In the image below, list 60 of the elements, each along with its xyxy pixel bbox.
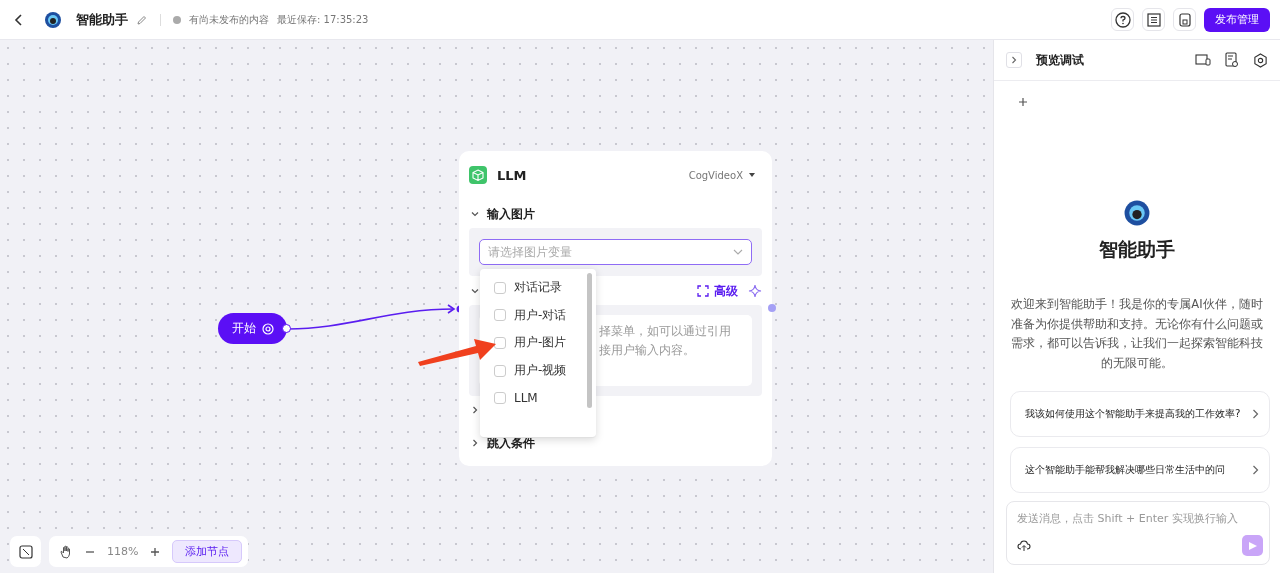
zoom-level: 118%: [107, 545, 139, 558]
settings-icon[interactable]: [1253, 52, 1268, 68]
prompt-text: 择菜单，如可以通过引用: [599, 323, 732, 340]
dropdown-option[interactable]: 用户-图片: [494, 329, 596, 357]
device-icon[interactable]: [1195, 53, 1211, 67]
checkbox[interactable]: [494, 281, 506, 294]
scrollbar[interactable]: [587, 273, 592, 408]
prompt-text: 接用户输入内容。: [599, 342, 696, 359]
dropdown-option[interactable]: 用户-视频: [494, 356, 596, 385]
assistant-name: 智能助手: [1099, 237, 1175, 262]
suggestion-card[interactable]: 我该如何使用这个智能助手来提高我的工作效率?: [1010, 391, 1270, 437]
checkbox[interactable]: [494, 309, 506, 322]
zoom-in-icon[interactable]: [150, 546, 161, 557]
back-icon[interactable]: [14, 12, 24, 27]
node-title: LLM: [497, 167, 528, 183]
checkbox[interactable]: [494, 392, 506, 405]
help-icon[interactable]: [1111, 8, 1134, 31]
checkbox[interactable]: [494, 364, 506, 377]
status-dot-icon: [173, 15, 181, 24]
save-time: 最近保存: 17:35:23: [277, 12, 369, 27]
hand-icon[interactable]: [59, 544, 73, 559]
logo-icon: [44, 10, 62, 29]
app-title: 智能助手: [76, 10, 128, 29]
cloud-upload-icon[interactable]: [1017, 539, 1031, 552]
model-select[interactable]: CogVideoX: [688, 169, 756, 181]
fit-view-icon[interactable]: [10, 536, 41, 567]
chevron-icon[interactable]: [471, 287, 479, 295]
chevron-down-icon: [733, 249, 743, 255]
output-port-icon[interactable]: [282, 324, 291, 333]
plus-icon[interactable]: [1018, 97, 1028, 107]
chevron-icon[interactable]: [471, 406, 479, 414]
sparkle-icon[interactable]: [748, 284, 762, 298]
send-icon: [1247, 540, 1258, 551]
welcome-message: 欢迎来到智能助手！我是你的专属AI伙伴，随时准备为你提供帮助和支持。无论你有什么问题或需求，都可以告诉我，让我们一起探索智能科技的无限可能。: [1010, 296, 1264, 372]
chevron-icon: [1011, 56, 1017, 64]
chevron-icon: [471, 439, 479, 447]
message-field[interactable]: 发送消息，点击 Shift + Enter 实现换行输入: [1017, 512, 1263, 525]
caret-icon: [748, 171, 756, 179]
checkbox[interactable]: [494, 337, 506, 349]
dropdown-option[interactable]: 对话记录: [494, 274, 596, 302]
expand-icon: [697, 285, 709, 297]
advanced-button[interactable]: 高级: [697, 282, 738, 300]
document-icon[interactable]: [1225, 52, 1239, 68]
cube-icon: [469, 166, 487, 184]
expand-panel-button[interactable]: [1006, 52, 1022, 68]
publish-button[interactable]: 发布管理: [1204, 7, 1270, 32]
list-icon[interactable]: [1142, 8, 1165, 31]
add-node-button[interactable]: 添加节点: [172, 540, 243, 563]
lock-icon[interactable]: [1173, 8, 1196, 31]
start-label: 开始: [231, 320, 256, 337]
target-icon: [261, 322, 274, 335]
suggestion-card[interactable]: 这个智能助手能帮我解决哪些日常生活中的问: [1010, 447, 1270, 493]
dropdown-option[interactable]: LLM: [494, 384, 596, 412]
chevron-icon: [1252, 409, 1259, 419]
chevron-icon: [471, 210, 479, 218]
section-header[interactable]: 输入图片: [471, 204, 762, 224]
logo-icon: [1123, 199, 1151, 227]
chevron-icon: [1252, 465, 1259, 475]
panel-title: 预览调试: [1036, 51, 1084, 69]
status-text: 有尚未发布的内容: [189, 12, 269, 27]
